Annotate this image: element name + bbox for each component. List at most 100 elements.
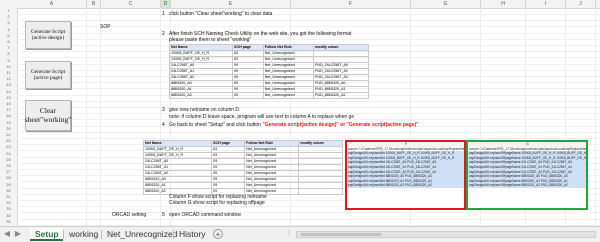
- example-table-filled: Net Name SCH page Follow Net Rule modify co…: [168, 44, 369, 99]
- column-header-a[interactable]: A: [17, 0, 87, 8]
- row-header-30[interactable]: 30: [0, 188, 17, 194]
- table-cell[interactable]: [298, 188, 343, 195]
- sop-label: SOP: [100, 24, 111, 30]
- column-header-e[interactable]: E: [171, 0, 291, 8]
- row-header-23[interactable]: 23: [0, 144, 17, 150]
- table-cell[interactable]: Net_Unrecognized: [262, 92, 315, 99]
- spreadsheet-grid[interactable]: ABCDEFGHIJKLMN 1234567891011121314151617…: [0, 0, 600, 226]
- column-g-offpage-script-box: Gsource C:/Cadence/SPB_17.2/tools/captur…: [466, 140, 588, 210]
- step1-text: click button "Clear sheet"working" to cl…: [169, 11, 273, 17]
- table-cell[interactable]: 09: [232, 92, 264, 99]
- column-header-c[interactable]: C: [101, 0, 161, 8]
- row-header-35[interactable]: 35: [0, 219, 17, 225]
- column-header-i[interactable]: I: [526, 0, 566, 8]
- table-cell[interactable]: 88E6320_A2: [168, 92, 234, 99]
- row-header-8[interactable]: 8: [0, 51, 17, 57]
- step4-text: Go back to sheet "Setup" and click butto…: [169, 122, 419, 128]
- row-header-column: 1 2 3 4 5 6 7 8 9 10 11 12 13 14 15 16 17 18 19 20 21 22 23 24 2…: [0, 8, 18, 226]
- sheet-tab-setup[interactable]: Setup: [30, 228, 63, 241]
- gridline-horizontal: [17, 100, 600, 102]
- column-f-netname-script-box: Fsource C:/Cadence/SPB_17.2/tools/captur…: [345, 140, 466, 210]
- orcad-setting-label: ORCAD setting: [112, 212, 147, 218]
- gridline-horizontal: [17, 138, 600, 139]
- row-header-28[interactable]: 28: [0, 175, 17, 181]
- gridline-horizontal: [17, 131, 600, 133]
- script-line[interactable]: capDesignUtil::replaceOffpageName 24LC25…: [468, 164, 586, 170]
- row-header-17[interactable]: 17: [0, 107, 17, 113]
- horizontal-scrollbar[interactable]: [296, 231, 596, 238]
- row-header-31[interactable]: 31: [0, 194, 17, 200]
- row-header-26[interactable]: 26: [0, 163, 17, 169]
- gridline-horizontal: [17, 20, 600, 22]
- table-row: 88E6320_A2 09 Net_Unrecognized PUD_88E6320_…: [168, 92, 369, 99]
- step4-prefix: Go back to sheet "Setup" and click butto…: [169, 122, 263, 128]
- row-header-15[interactable]: 15: [0, 95, 17, 101]
- sheet-tab-history[interactable]: History: [174, 228, 211, 241]
- row-header-7[interactable]: 7: [0, 45, 17, 51]
- row-header-5[interactable]: 5: [0, 33, 17, 39]
- step5-text: open ORCAD command window: [169, 212, 241, 218]
- column-header-j[interactable]: J: [566, 0, 596, 8]
- gridline-horizontal: [17, 107, 600, 108]
- gridline-horizontal: [17, 14, 600, 15]
- row-header-11[interactable]: 11: [0, 70, 17, 76]
- row-header-12[interactable]: 12: [0, 76, 17, 82]
- table-cell[interactable]: PUD_88E6320_A2: [313, 92, 369, 99]
- script-line[interactable]: capDesignUtil::replaceOffpageName 88E632…: [468, 183, 586, 188]
- row-header-32[interactable]: 32: [0, 200, 17, 206]
- row-header-3[interactable]: 3: [0, 20, 17, 26]
- column-g-note: Column G show script for replacing offpa…: [169, 200, 265, 206]
- sheet-tab-net-unrecognized[interactable]: Net_Unrecognized: [102, 228, 177, 241]
- script-line[interactable]: capDesignUtil::replaceNet 88E6320_A2 PUD…: [347, 183, 464, 188]
- row-header-2[interactable]: 2: [0, 14, 17, 20]
- prev-sheet-arrow-icon[interactable]: ◀: [2, 229, 12, 239]
- column-header-h[interactable]: H: [481, 0, 526, 8]
- row-header-33[interactable]: 33: [0, 206, 17, 212]
- row-header-10[interactable]: 10: [0, 64, 17, 70]
- clear-sheet-working-button[interactable]: Clear sheet"working": [25, 100, 71, 131]
- generate-script-active-page-button[interactable]: Generate Script (active page): [25, 61, 71, 89]
- row-header-4[interactable]: 4: [0, 27, 17, 33]
- generate-script-active-design-button[interactable]: Generate Script (active design): [25, 21, 71, 49]
- row-header-1[interactable]: 1: [0, 8, 17, 14]
- step4-button-names: "Generate script(active design)" or "Gen…: [262, 122, 419, 128]
- row-header-34[interactable]: 34: [0, 213, 17, 219]
- more-options-icon[interactable]: ⋮: [286, 230, 292, 237]
- note-text: note: if column D leave space, program w…: [169, 114, 355, 120]
- row-header-27[interactable]: 27: [0, 169, 17, 175]
- add-sheet-icon[interactable]: +: [213, 229, 223, 239]
- row-header-9[interactable]: 9: [0, 58, 17, 64]
- column-header-b[interactable]: B: [87, 0, 101, 8]
- row-header-22[interactable]: 22: [0, 138, 17, 144]
- next-sheet-arrow-icon[interactable]: ▶: [13, 229, 23, 239]
- column-header-f[interactable]: F: [291, 0, 411, 8]
- row-header-20[interactable]: 20: [0, 126, 17, 132]
- row-header-25[interactable]: 25: [0, 157, 17, 163]
- step4-number: 4: [162, 122, 165, 128]
- row-header-16[interactable]: 16: [0, 101, 17, 107]
- row-header-14[interactable]: 14: [0, 89, 17, 95]
- column-header-g[interactable]: G: [411, 0, 481, 8]
- row-header-18[interactable]: 18: [0, 113, 17, 119]
- row-header-21[interactable]: 21: [0, 132, 17, 138]
- gridline-horizontal: [17, 218, 600, 220]
- column-header-d[interactable]: D: [161, 0, 171, 8]
- row-header-29[interactable]: 29: [0, 182, 17, 188]
- row-header-6[interactable]: 6: [0, 39, 17, 45]
- step2-text-line2: please paste them to sheet "working": [169, 37, 252, 43]
- step3-number: 3: [162, 107, 165, 113]
- row-header-13[interactable]: 13: [0, 82, 17, 88]
- gridline-horizontal: [17, 212, 600, 214]
- step3-text: give new netname on column D.: [169, 107, 241, 113]
- horizontal-scrollbar-thumb[interactable]: [301, 233, 381, 236]
- step5-number: 5: [162, 212, 165, 218]
- example-table-working: Net Name SCH page Follow Net Rule modify co…: [142, 140, 343, 195]
- gridline-horizontal: [17, 38, 600, 40]
- step1-number: 1: [162, 11, 165, 17]
- row-header-19[interactable]: 19: [0, 120, 17, 126]
- row-header-24[interactable]: 24: [0, 151, 17, 157]
- column-header-k[interactable]: K: [596, 0, 600, 8]
- sheet-tab-working[interactable]: working: [64, 228, 101, 241]
- step2-number: 2: [162, 31, 165, 37]
- column-header-row: ABCDEFGHIJKLMN: [0, 0, 600, 9]
